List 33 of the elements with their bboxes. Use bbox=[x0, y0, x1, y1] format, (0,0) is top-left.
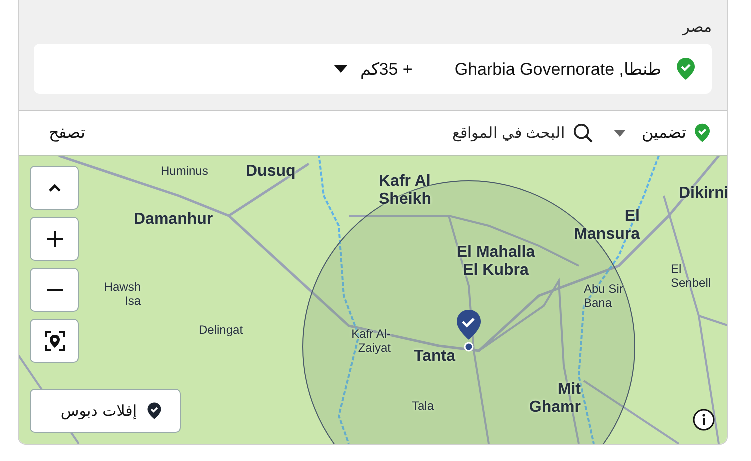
search-field[interactable]: البحث في المواقع bbox=[435, 124, 565, 142]
locate-button[interactable] bbox=[30, 319, 79, 363]
chevron-up-icon bbox=[48, 184, 60, 192]
place-label: El Senbell bbox=[671, 263, 712, 291]
plus-icon bbox=[46, 231, 62, 247]
check-pin-icon bbox=[676, 57, 696, 81]
drop-pin-button[interactable]: إفلات دبوس bbox=[30, 389, 181, 433]
place-label: Delingat bbox=[199, 324, 244, 338]
place-label: Dusuq bbox=[246, 163, 297, 182]
location-pin-icon[interactable] bbox=[457, 310, 481, 352]
zoom-in-button[interactable] bbox=[30, 217, 79, 261]
include-dropdown[interactable]: تضمين bbox=[642, 123, 686, 143]
country-label: مصر bbox=[682, 18, 712, 36]
place-label: Mit Ghamr bbox=[528, 381, 581, 418]
search-icon bbox=[573, 122, 594, 144]
radius-label: + 35كم bbox=[360, 58, 413, 80]
info-icon[interactable] bbox=[693, 409, 715, 431]
check-pin-icon bbox=[694, 123, 711, 143]
caret-icon[interactable] bbox=[334, 65, 348, 73]
location-row[interactable]: طنطا, Gharbia Governorate + 35كم bbox=[34, 44, 712, 94]
place-label: Huminus bbox=[161, 165, 210, 179]
place-label: Damanhur bbox=[134, 211, 214, 230]
browse-link[interactable]: تصفح bbox=[49, 123, 85, 143]
place-label: Tanta bbox=[414, 348, 457, 366]
locate-pin-icon bbox=[44, 331, 64, 351]
place-label: Hawsh Isa bbox=[103, 281, 141, 309]
check-pin-icon bbox=[147, 402, 162, 420]
place-label: Kafr Al- Zaiyat bbox=[350, 328, 391, 356]
location-name: طنطا, Gharbia Governorate bbox=[454, 58, 662, 80]
minus-icon bbox=[46, 289, 62, 291]
place-label: Tala bbox=[412, 400, 436, 414]
place-label: Abu Sir Bana bbox=[584, 283, 624, 311]
place-label: El Mahalla El Kubra bbox=[456, 244, 536, 281]
